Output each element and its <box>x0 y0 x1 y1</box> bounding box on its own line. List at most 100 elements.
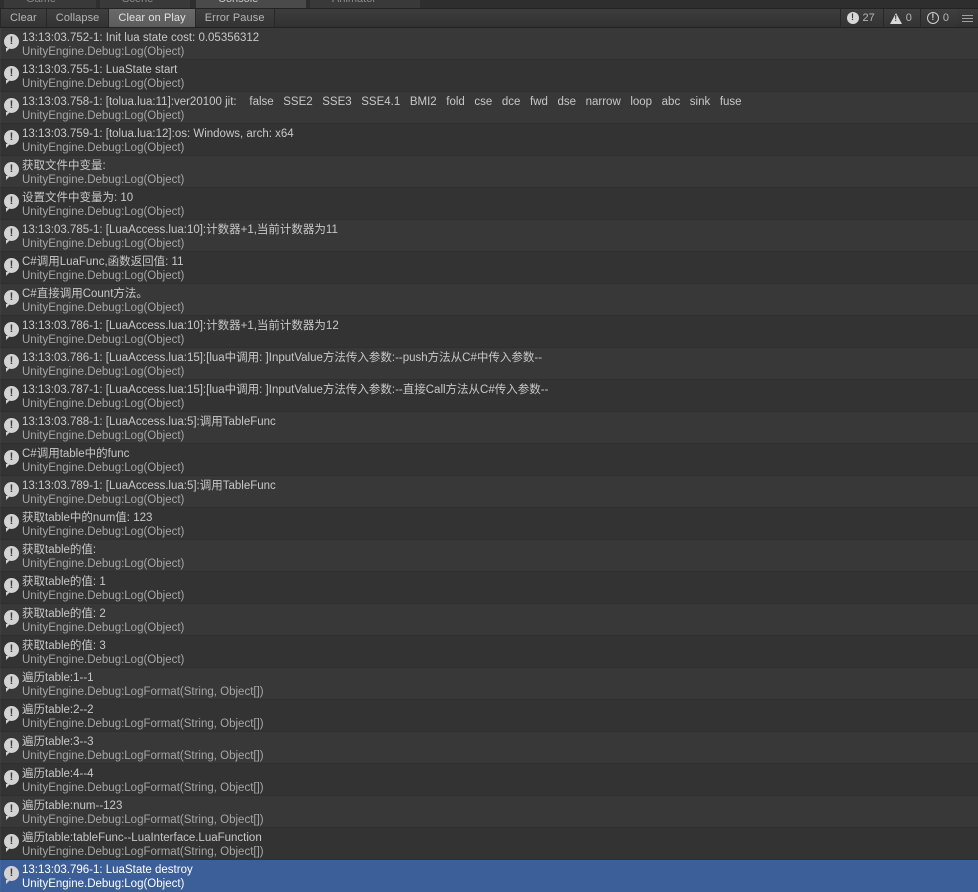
log-entry-message: 13:13:03.786-1: [LuaAccess.lua:10]:计数器+1… <box>22 320 339 332</box>
info-icon <box>4 258 19 276</box>
tab-scene[interactable]: Scene <box>100 0 190 8</box>
info-icon <box>4 610 19 628</box>
log-entry-message: 13:13:03.752-1: Init lua state cost: 0.0… <box>22 32 260 44</box>
log-entry-stacktrace: UnityEngine.Debug:LogFormat(String, Obje… <box>22 750 264 762</box>
log-entry-message: 获取table中的num值: 123 <box>22 512 153 524</box>
clear-button[interactable]: Clear <box>0 9 47 27</box>
collapse-button[interactable]: Collapse <box>46 9 110 27</box>
info-icon <box>4 706 19 724</box>
log-entry-stacktrace: UnityEngine.Debug:Log(Object) <box>22 110 185 122</box>
log-entry-stacktrace: UnityEngine.Debug:LogFormat(String, Obje… <box>22 718 264 730</box>
error-count-label: 0 <box>942 12 949 24</box>
warning-count-label: 0 <box>905 12 912 24</box>
log-entry-message: 13:13:03.785-1: [LuaAccess.lua:10]:计数器+1… <box>22 224 338 236</box>
info-icon <box>4 770 19 788</box>
log-entry-message: 13:13:03.789-1: [LuaAccess.lua:5]:调用Tabl… <box>22 480 276 492</box>
log-entry-stacktrace: UnityEngine.Debug:Log(Object) <box>22 206 185 218</box>
info-icon <box>4 418 19 436</box>
info-icon <box>4 482 19 500</box>
log-entry-row[interactable]: 获取table的值: 3 UnityEngine.Debug:Log(Object… <box>0 636 978 668</box>
log-entry-stacktrace: UnityEngine.Debug:LogFormat(String, Obje… <box>22 686 264 698</box>
tab-game[interactable]: Game <box>4 0 96 8</box>
log-entry-message: 遍历table:2--2 <box>22 704 94 716</box>
log-entry-message: 13:13:03.755-1: LuaState start <box>22 64 178 76</box>
log-entry-row[interactable]: C#调用table中的func UnityEngine.Debug:Log(Obj… <box>0 444 978 476</box>
log-entry-stacktrace: UnityEngine.Debug:Log(Object) <box>22 526 185 538</box>
game-icon <box>12 0 22 3</box>
log-entry-row[interactable]: 设置文件中变量为: 10 UnityEngine.Debug:Log(Object… <box>0 188 978 220</box>
info-icon <box>4 194 19 212</box>
log-entry-stacktrace: UnityEngine.Debug:LogFormat(String, Obje… <box>22 846 264 858</box>
log-entry-row[interactable]: 13:13:03.786-1: [LuaAccess.lua:15]:[lua中… <box>0 348 978 380</box>
clear-on-play-button[interactable]: Clear on Play <box>109 9 196 27</box>
log-entry-message: C#调用table中的func <box>22 448 130 460</box>
log-entry-message: 获取table的值: 3 <box>22 640 106 652</box>
tab-console[interactable]: Console <box>196 0 306 8</box>
console-log-list[interactable]: 13:13:03.752-1: Init lua state cost: 0.0… <box>0 28 978 892</box>
info-count-label: 27 <box>862 12 875 24</box>
console-icon <box>204 0 214 3</box>
log-entry-stacktrace: UnityEngine.Debug:Log(Object) <box>22 334 185 346</box>
log-entry-row[interactable]: 遍历table:1--1 UnityEngine.Debug:LogFormat(… <box>0 668 978 700</box>
log-entry-stacktrace: UnityEngine.Debug:Log(Object) <box>22 878 185 890</box>
info-count-toggle[interactable]: 27 <box>840 9 884 27</box>
info-icon <box>4 98 19 116</box>
log-entry-row[interactable]: C#直接调用Count方法。 UnityEngine.Debug:Log(Obje… <box>0 284 978 316</box>
log-entry-message: 13:13:03.758-1: [tolua.lua:11]:ver20100 … <box>22 96 742 108</box>
warning-count-toggle[interactable]: 0 <box>883 9 921 27</box>
log-entry-stacktrace: UnityEngine.Debug:Log(Object) <box>22 558 185 570</box>
log-entry-message: 遍历table:num--123 <box>22 800 123 812</box>
info-icon <box>4 34 19 52</box>
info-icon <box>4 290 19 308</box>
log-entry-stacktrace: UnityEngine.Debug:LogFormat(String, Obje… <box>22 782 264 794</box>
log-entry-row[interactable]: 13:13:03.759-1: [tolua.lua:12]:os: Windo… <box>0 124 978 156</box>
log-entry-stacktrace: UnityEngine.Debug:Log(Object) <box>22 430 185 442</box>
log-entry-stacktrace: UnityEngine.Debug:Log(Object) <box>22 270 185 282</box>
info-icon <box>4 834 19 852</box>
tab-scene-label: Scene <box>122 0 153 5</box>
hamburger-menu-icon[interactable] <box>957 9 978 27</box>
editor-tab-strip: Game Scene Console Animator <box>0 0 978 9</box>
log-entry-row[interactable]: 13:13:03.786-1: [LuaAccess.lua:10]:计数器+1… <box>0 316 978 348</box>
info-icon <box>4 514 19 532</box>
log-entry-row[interactable]: 遍历table:num--123 UnityEngine.Debug:LogFor… <box>0 796 978 828</box>
log-entry-row[interactable]: 遍历table:tableFunc--LuaInterface.LuaFunct… <box>0 828 978 860</box>
warning-icon <box>889 12 902 24</box>
log-entry-stacktrace: UnityEngine.Debug:Log(Object) <box>22 366 185 378</box>
log-entry-row[interactable]: 13:13:03.785-1: [LuaAccess.lua:10]:计数器+1… <box>0 220 978 252</box>
log-entry-row[interactable]: 13:13:03.755-1: LuaState start UnityEngin… <box>0 60 978 92</box>
log-entry-message: 获取table的值: 1 <box>22 576 106 588</box>
log-entry-message: 13:13:03.796-1: LuaState destroy <box>22 864 193 876</box>
log-entry-message: 13:13:03.787-1: [LuaAccess.lua:15]:[lua中… <box>22 384 549 396</box>
error-count-toggle[interactable]: 0 <box>920 9 957 27</box>
log-entry-message: 遍历table:tableFunc--LuaInterface.LuaFunct… <box>22 832 262 844</box>
log-entry-row[interactable]: 获取table中的num值: 123 UnityEngine.Debug:Log(… <box>0 508 978 540</box>
error-pause-button[interactable]: Error Pause <box>195 9 275 27</box>
log-entry-message: 获取table的值: 2 <box>22 608 106 620</box>
log-entry-row[interactable]: 获取table的值: UnityEngine.Debug:Log(Object) <box>0 540 978 572</box>
log-entry-row[interactable]: 13:13:03.787-1: [LuaAccess.lua:15]:[lua中… <box>0 380 978 412</box>
log-entry-row[interactable]: 13:13:03.758-1: [tolua.lua:11]:ver20100 … <box>0 92 978 124</box>
log-entry-stacktrace: UnityEngine.Debug:Log(Object) <box>22 78 185 90</box>
info-icon <box>4 386 19 404</box>
log-entry-row[interactable]: 13:13:03.752-1: Init lua state cost: 0.0… <box>0 28 978 60</box>
log-entry-message: 遍历table:3--3 <box>22 736 94 748</box>
log-entry-row[interactable]: 13:13:03.789-1: [LuaAccess.lua:5]:调用Tabl… <box>0 476 978 508</box>
log-entry-row[interactable]: 遍历table:2--2 UnityEngine.Debug:LogFormat(… <box>0 700 978 732</box>
log-entry-row[interactable]: 获取文件中变量: UnityEngine.Debug:Log(Object) <box>0 156 978 188</box>
log-entry-stacktrace: UnityEngine.Debug:Log(Object) <box>22 174 185 186</box>
log-entry-message: C#调用LuaFunc,函数返回值: 11 <box>22 256 184 268</box>
log-entry-stacktrace: UnityEngine.Debug:Log(Object) <box>22 462 185 474</box>
info-icon <box>4 322 19 340</box>
log-entry-row[interactable]: 遍历table:4--4 UnityEngine.Debug:LogFormat(… <box>0 764 978 796</box>
log-entry-row[interactable]: C#调用LuaFunc,函数返回值: 11 UnityEngine.Debug:L… <box>0 252 978 284</box>
log-entry-row[interactable]: 获取table的值: 2 UnityEngine.Debug:Log(Object… <box>0 604 978 636</box>
log-entry-row[interactable]: 13:13:03.796-1: LuaState destroy UnityEng… <box>0 860 978 892</box>
log-entry-message: 遍历table:4--4 <box>22 768 94 780</box>
tab-animator[interactable]: Animator <box>310 0 420 8</box>
info-icon <box>4 546 19 564</box>
log-entry-row[interactable]: 13:13:03.788-1: [LuaAccess.lua:5]:调用Tabl… <box>0 412 978 444</box>
log-entry-row[interactable]: 遍历table:3--3 UnityEngine.Debug:LogFormat(… <box>0 732 978 764</box>
info-icon <box>4 642 19 660</box>
log-entry-row[interactable]: 获取table的值: 1 UnityEngine.Debug:Log(Object… <box>0 572 978 604</box>
